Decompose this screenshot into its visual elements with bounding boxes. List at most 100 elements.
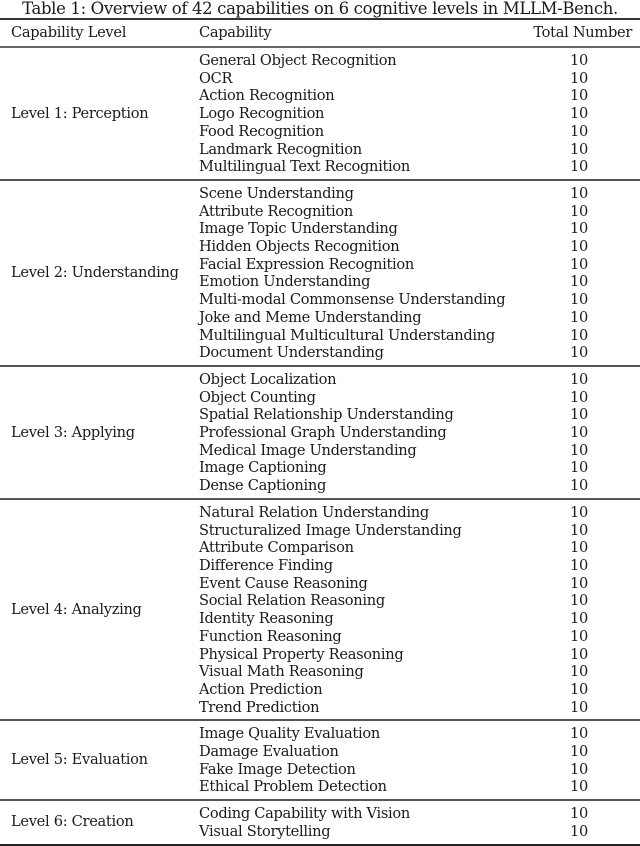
capability-cell: Spatial Relationship Understanding <box>199 406 454 424</box>
table-caption: Table 1: Overview of 42 capabilities on … <box>22 0 618 18</box>
table-header: Capability Level Capability Total Number <box>0 18 640 47</box>
total-number-cell: 10 <box>570 539 588 557</box>
total-number-cell: 10 <box>570 822 588 840</box>
total-number-cell: 10 <box>570 291 588 309</box>
level-group: Level 2: Understanding Scene Understandin… <box>0 180 640 366</box>
total-number-cell: 10 <box>570 388 588 406</box>
total-number-cell: 10 <box>570 645 588 663</box>
capability-level-cell: Level 4: Analyzing <box>11 600 142 618</box>
total-number-cell: 10 <box>570 122 588 140</box>
total-number-cell: 10 <box>570 805 588 823</box>
total-number-cell: 10 <box>570 69 588 87</box>
table-figure: Table 1: Overview of 42 capabilities on … <box>0 0 640 846</box>
total-number-cell: 10 <box>570 627 588 645</box>
header-row: Capability Level Capability Total Number <box>0 18 640 47</box>
total-number-cell: 10 <box>570 698 588 716</box>
total-number-cell: 10 <box>570 610 588 628</box>
total-number-cell: 10 <box>570 308 588 326</box>
capability-cell: Visual Storytelling <box>199 822 331 840</box>
total-number-cell: 10 <box>570 725 588 743</box>
total-number-cell: 10 <box>570 503 588 521</box>
total-number-cell: 10 <box>570 52 588 69</box>
total-number-cell: 10 <box>570 184 588 202</box>
capability-cell: Multilingual Multicultural Understanding <box>199 326 495 344</box>
total-number-cell: 10 <box>570 459 588 477</box>
capability-level-cell: Level 2: Understanding <box>11 264 179 282</box>
total-number-cell: 10 <box>570 158 588 176</box>
capability-cell: Image Captioning <box>199 459 327 477</box>
header-capability-level: Capability Level <box>0 18 198 47</box>
capability-cell: Logo Recognition <box>199 105 325 123</box>
capability-cell: Landmark Recognition <box>199 140 362 158</box>
total-number-cell: 10 <box>570 406 588 424</box>
capability-cell: Difference Finding <box>199 556 333 574</box>
total-number-cell: 10 <box>570 273 588 291</box>
capability-cell: Multilingual Text Recognition <box>199 158 411 176</box>
capability-cell: Action Recognition <box>199 87 335 105</box>
total-number-cell: 10 <box>570 238 588 256</box>
total-number-cell: 10 <box>570 760 588 778</box>
table-row: Level 2: Understanding Scene Understandin… <box>0 180 640 281</box>
capability-cell: Food Recognition <box>199 122 324 140</box>
header-capability: Capability <box>198 18 528 47</box>
capability-cell: Damage Evaluation <box>199 743 339 761</box>
total-number-cell: 10 <box>570 663 588 681</box>
capability-level-cell: Level 1: Perception <box>11 104 149 122</box>
total-number-cell: 10 <box>570 477 588 495</box>
level-group: Level 3: Applying Object Localization 10 Ob… <box>0 366 640 499</box>
capability-cell: Ethical Problem Detection <box>199 778 387 796</box>
total-number-cell: 10 <box>570 370 588 388</box>
capability-cell: Image Topic Understanding <box>199 220 398 238</box>
capability-cell: Natural Relation Understanding <box>199 503 429 521</box>
total-number-cell: 10 <box>570 255 588 273</box>
capability-cell: Visual Math Reasoning <box>199 663 364 681</box>
total-number-cell: 10 <box>570 140 588 158</box>
header-total-number: Total Number <box>528 18 640 47</box>
capability-cell: Event Cause Reasoning <box>199 574 368 592</box>
capability-level-cell: Level 5: Evaluation <box>11 751 148 769</box>
table-row: Level 1: Perception General Object Recogn… <box>0 47 640 122</box>
capability-level-cell: Level 3: Applying <box>11 423 135 441</box>
capability-cell: Structuralized Image Understanding <box>199 521 462 539</box>
total-number-cell: 10 <box>570 87 588 105</box>
capability-cell: Facial Expression Recognition <box>199 255 415 273</box>
total-number-cell: 10 <box>570 344 588 362</box>
capability-cell: Fake Image Detection <box>199 760 356 778</box>
total-number-cell: 10 <box>570 202 588 220</box>
total-number-cell: 10 <box>570 105 588 123</box>
total-number-cell: 10 <box>570 778 588 796</box>
capability-cell: Attribute Comparison <box>199 539 354 557</box>
total-number-cell: 10 <box>570 424 588 442</box>
capability-cell: Document Understanding <box>199 344 384 362</box>
total-number-cell: 10 <box>570 441 588 459</box>
capability-cell: Coding Capability with Vision <box>199 805 410 823</box>
table-row: Level 3: Applying Object Localization 10 <box>0 366 640 441</box>
total-number-cell: 10 <box>570 680 588 698</box>
total-number-cell: 10 <box>570 743 588 761</box>
capability-cell: Function Reasoning <box>199 627 342 645</box>
capability-cell: Social Relation Reasoning <box>199 592 385 610</box>
total-number-cell: 10 <box>570 521 588 539</box>
level-group: Level 1: Perception General Object Recogn… <box>0 47 640 180</box>
capability-cell: Object Counting <box>199 388 316 406</box>
table-row: Level 5: Evaluation Image Quality Evaluat… <box>0 720 640 768</box>
capability-cell: Multi-modal Commonsense Understanding <box>199 291 506 309</box>
table-row: Level 6: Creation Coding Capability with … <box>0 800 640 830</box>
level-group: Level 4: Analyzing Natural Relation Under… <box>0 499 640 721</box>
capability-cell: General Object Recognition <box>199 52 397 69</box>
capability-cell: Physical Property Reasoning <box>199 645 404 663</box>
table-row: Level 4: Analyzing Natural Relation Under… <box>0 499 640 618</box>
total-number-cell: 10 <box>570 220 588 238</box>
capability-cell: Action Prediction <box>199 680 323 698</box>
capability-level-cell: Level 6: Creation <box>11 813 134 831</box>
capability-cell: Scene Understanding <box>199 184 354 202</box>
capability-cell: Professional Graph Understanding <box>199 424 447 442</box>
capability-cell: Attribute Recognition <box>199 202 353 220</box>
capability-cell: Emotion Understanding <box>199 273 371 291</box>
capability-cell: Image Quality Evaluation <box>199 725 380 743</box>
level-group: Level 6: Creation Coding Capability with … <box>0 800 640 845</box>
total-number-cell: 10 <box>570 574 588 592</box>
capability-cell: Trend Prediction <box>199 698 320 716</box>
capability-cell: Hidden Objects Recognition <box>199 238 400 256</box>
total-number-cell: 10 <box>570 326 588 344</box>
